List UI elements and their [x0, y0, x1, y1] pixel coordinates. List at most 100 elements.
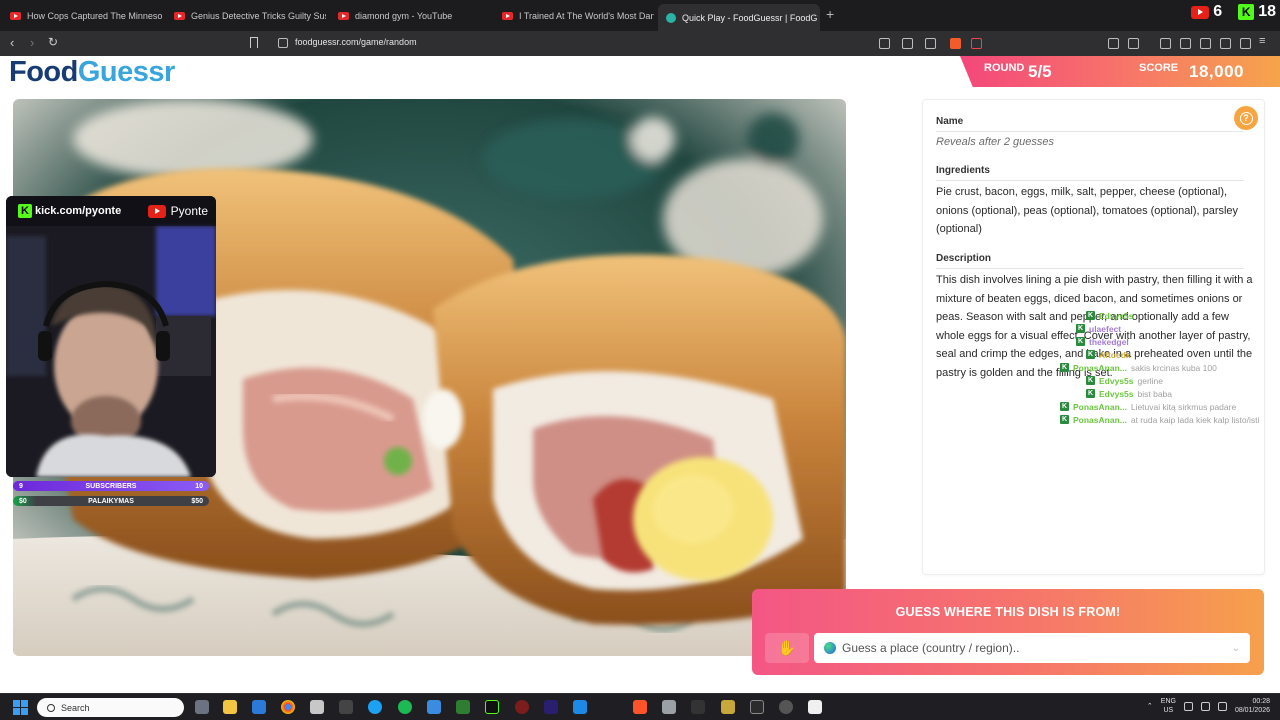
app-icon[interactable]	[808, 700, 822, 714]
chat-message: K PonasAnan... Lietuvai kitą sirkmus pad…	[1060, 402, 1237, 412]
divider	[936, 180, 1244, 181]
app-icon[interactable]	[573, 700, 587, 714]
tab-title: Quick Play - FoodGuessr | FoodG	[682, 12, 818, 23]
pin-button[interactable]: ✋	[765, 633, 809, 663]
chevron-up-icon[interactable]: ⌃	[1147, 702, 1153, 710]
kick-icon: K	[18, 204, 32, 218]
screen-icon[interactable]	[879, 38, 890, 49]
app-icon[interactable]	[310, 700, 324, 714]
new-tab-button[interactable]: +	[826, 6, 834, 22]
kick-icon: K	[1076, 324, 1085, 333]
reload-icon[interactable]: ↻	[48, 35, 58, 49]
wallet-icon[interactable]	[1200, 38, 1211, 49]
streamer-webcam: K kick.com/pyonte Pyonte	[6, 196, 216, 477]
guess-input[interactable]	[842, 641, 1226, 655]
taskbar-search[interactable]: Search	[37, 698, 184, 717]
dish-name-hint: Reveals after 2 guesses	[936, 136, 1055, 148]
app-icon[interactable]	[456, 700, 470, 714]
browser-tab[interactable]: I Trained At The World's Most Dange	[494, 5, 654, 27]
brave-shield-icon[interactable]	[950, 38, 961, 49]
browser-tab-active[interactable]: Quick Play - FoodGuessr | FoodG ✕	[658, 4, 820, 31]
app-icon[interactable]	[339, 700, 353, 714]
vpn-icon[interactable]	[1240, 38, 1251, 49]
kick-icon: K	[1238, 4, 1255, 20]
kick-icon: K	[1086, 389, 1095, 398]
steam-icon[interactable]	[779, 700, 793, 714]
globe-icon	[824, 642, 836, 654]
chevron-down-icon[interactable]: ⌄	[1232, 643, 1240, 654]
address-bar[interactable]: foodguessr.com/game/random	[295, 37, 417, 47]
youtube-count: 6	[1213, 3, 1223, 20]
search-icon	[47, 703, 55, 712]
ingredients-text: Pie crust, bacon, eggs, milk, salt, pepp…	[936, 186, 1239, 236]
chrome-icon[interactable]	[281, 700, 295, 714]
language-indicator[interactable]: ENG US	[1161, 697, 1176, 715]
forward-icon[interactable]: ›	[30, 35, 34, 50]
chat-message: K PonasAnan... at ruda kaip lada kiek ka…	[1060, 415, 1260, 425]
kick-count: 18	[1258, 3, 1276, 20]
pin-icon: ✋	[777, 640, 797, 657]
browser-tab[interactable]: diamond gym - YouTube	[330, 5, 490, 27]
app-icon[interactable]	[515, 700, 529, 714]
chat-message: K thekedgel	[1076, 337, 1129, 347]
app-icon[interactable]	[721, 700, 735, 714]
youtube-handle: Pyonte	[170, 204, 208, 218]
foodguessr-page: FoodGuessr ROUND 5/5 SCORE 18,000 K kick…	[0, 56, 1280, 690]
windows-start-icon[interactable]	[13, 700, 28, 715]
store-icon[interactable]	[252, 700, 266, 714]
edge-icon[interactable]	[368, 700, 382, 714]
sidebar-icon[interactable]	[1180, 38, 1191, 49]
youtube-icon	[10, 12, 21, 20]
youtube-icon	[338, 12, 349, 20]
clock[interactable]: 00:28 08/01/2026	[1235, 697, 1270, 715]
description-label: Description	[936, 253, 992, 264]
wallet-icon[interactable]	[1128, 38, 1139, 49]
media-icon[interactable]	[1160, 38, 1171, 49]
extensions-icon[interactable]	[1108, 38, 1119, 49]
back-icon[interactable]: ‹	[10, 35, 14, 50]
site-info-icon[interactable]	[278, 38, 288, 48]
share-icon[interactable]	[925, 38, 936, 49]
youtube-link: Pyonte	[147, 204, 208, 218]
app-icon[interactable]	[691, 700, 705, 714]
foodguessr-logo[interactable]: FoodGuessr	[9, 56, 175, 89]
translate-icon[interactable]	[902, 38, 913, 49]
question-icon: ?	[1239, 111, 1253, 125]
leo-ai-icon[interactable]	[1220, 38, 1231, 49]
score-label: SCORE	[1139, 62, 1179, 74]
brave-rewards-icon[interactable]	[971, 38, 982, 49]
app-icon[interactable]	[485, 700, 499, 714]
guess-field[interactable]: ⌄	[814, 633, 1250, 663]
kick-icon: K	[1076, 337, 1085, 346]
spotify-icon[interactable]	[398, 700, 412, 714]
youtube-icon	[147, 204, 166, 218]
taskbar-search-label: Search	[61, 702, 90, 713]
bookmark-icon[interactable]	[250, 37, 258, 48]
kick-link: K kick.com/pyonte	[18, 204, 121, 218]
round-value: 5/5	[1028, 62, 1052, 81]
browser-tab[interactable]: How Cops Captured The Minnesota K	[2, 5, 162, 27]
file-explorer-icon[interactable]	[223, 700, 237, 714]
kick-icon: K	[1086, 311, 1095, 320]
menu-icon[interactable]: ≡	[1259, 35, 1265, 47]
score-banner: ROUND 5/5 SCORE 18,000	[960, 56, 1280, 87]
app-icon[interactable]	[662, 700, 676, 714]
help-button[interactable]: ?	[1234, 106, 1258, 130]
tab-title: I Trained At The World's Most Dange	[519, 11, 654, 21]
tab-title: diamond gym - YouTube	[355, 11, 453, 21]
windows-taskbar: Search ⌃ ENG US 00:28 08/01/2026	[0, 693, 1280, 720]
network-icon[interactable]	[1183, 701, 1193, 711]
browser-tab[interactable]: Genius Detective Tricks Guilty Suspec	[166, 5, 326, 27]
photos-icon[interactable]	[427, 700, 441, 714]
logo-guessr: Guessr	[77, 56, 175, 88]
browser-tab-strip: How Cops Captured The Minnesota K Genius…	[0, 0, 1280, 31]
task-view-icon[interactable]	[195, 700, 209, 714]
battery-icon[interactable]	[1217, 701, 1227, 711]
app-icon[interactable]	[750, 700, 764, 714]
premiere-icon[interactable]	[544, 700, 558, 714]
score-value: 18,000	[1189, 62, 1244, 81]
brave-icon[interactable]	[633, 700, 647, 714]
volume-icon[interactable]	[1200, 701, 1210, 711]
chat-message: K Edvys5s bist baba	[1086, 389, 1172, 399]
kick-handle: kick.com/pyonte	[35, 205, 122, 217]
